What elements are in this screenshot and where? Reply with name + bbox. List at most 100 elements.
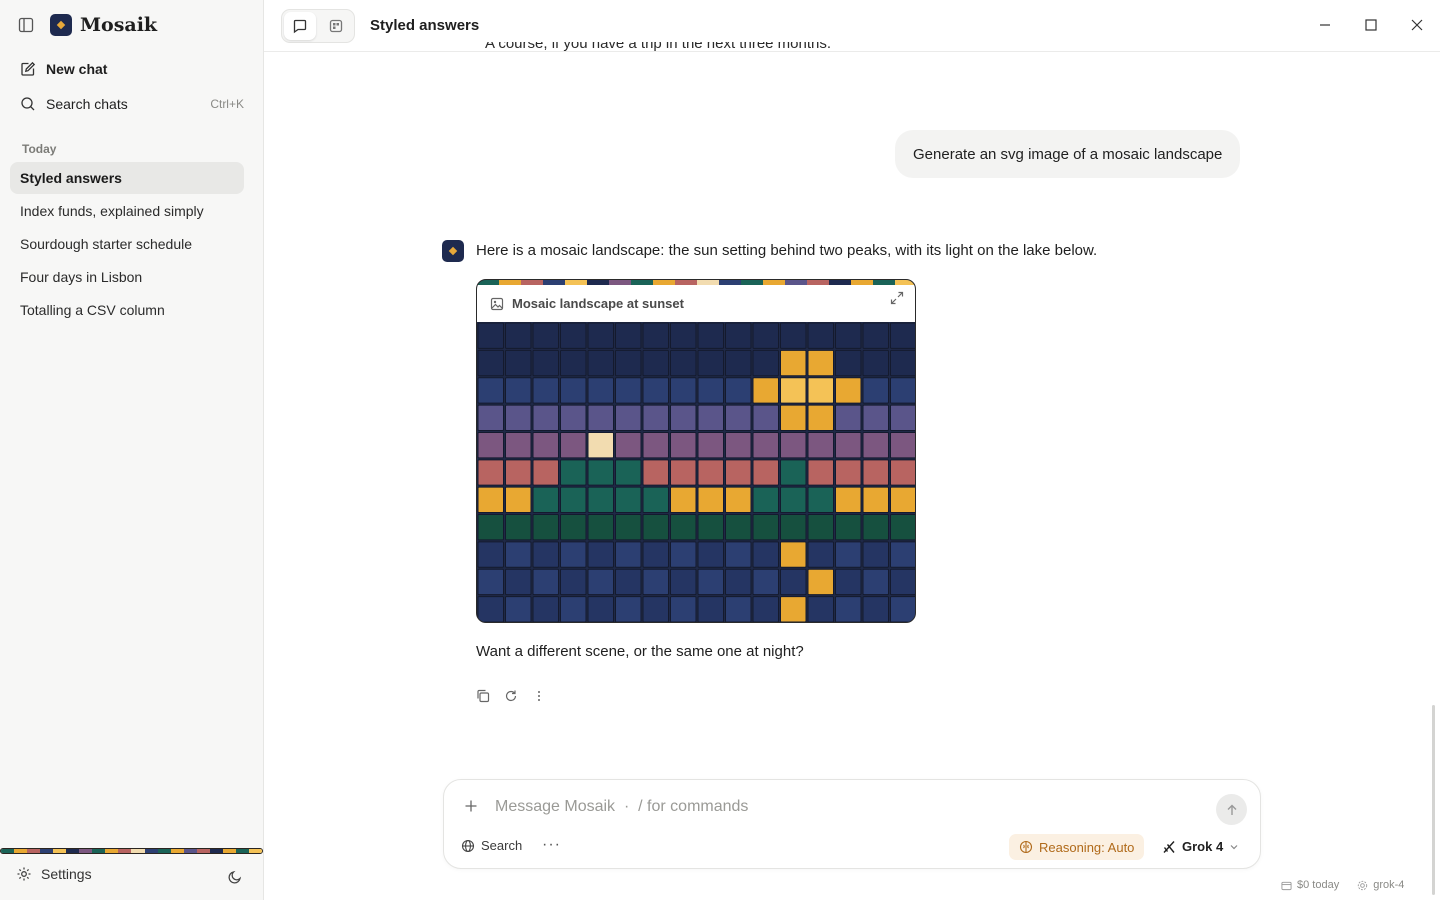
- mosaic-strip-tile: [183, 849, 197, 853]
- mosaic-strip-tile: [27, 849, 41, 853]
- model-label: Grok 4: [1182, 839, 1224, 854]
- mosaic-tile: [890, 349, 915, 377]
- mosaic-strip-tile: [196, 849, 210, 853]
- sidebar-chat-item[interactable]: Sourdough starter schedule: [10, 228, 244, 260]
- mosaic-tile: [670, 459, 697, 486]
- sidebar-chat-item[interactable]: Totalling a CSV column: [10, 294, 244, 326]
- mosaic-tile: [835, 568, 862, 596]
- assistant-message-followup: Want a different scene, or the same one …: [476, 643, 804, 660]
- mosaic-tile: [835, 596, 862, 622]
- mosaic-tile: [807, 322, 834, 349]
- gallery-view-button[interactable]: [320, 12, 352, 40]
- sidebar-chat-item[interactable]: Index funds, explained simply: [10, 195, 244, 227]
- scrollbar-thumb[interactable]: [1432, 705, 1435, 895]
- mosaic-tile: [642, 431, 669, 459]
- regenerate-icon[interactable]: [504, 689, 518, 703]
- mosaic-tile: [505, 596, 532, 622]
- mosaic-tile: [532, 514, 559, 541]
- mosaic-tile: [890, 514, 915, 541]
- mosaic-tile: [560, 322, 587, 349]
- artifact-card[interactable]: Mosaic landscape at sunset: [476, 279, 916, 623]
- mosaic-tile: [477, 459, 504, 486]
- mosaic-tile: [642, 486, 669, 514]
- mosaic-tile: [670, 568, 697, 596]
- mosaic-tile: [477, 377, 504, 404]
- mosaic-strip-tile: [157, 849, 171, 853]
- reasoning-label: Reasoning: Auto: [1039, 839, 1135, 855]
- mosaic-strip-tile: [40, 849, 54, 853]
- mosaic-tile: [752, 486, 779, 514]
- mosaic-tile: [615, 596, 642, 622]
- mosaic-tile: [752, 459, 779, 486]
- search-toggle-button[interactable]: Search: [461, 838, 522, 853]
- mosaic-tile: [560, 459, 587, 486]
- mosaic-tile: [560, 377, 587, 404]
- new-chat-button[interactable]: New chat: [10, 54, 254, 84]
- assistant-message-intro: Here is a mosaic landscape: the sun sett…: [476, 242, 1098, 259]
- mosaic-strip-tile: [53, 849, 67, 853]
- mosaic-tile: [725, 459, 752, 486]
- mosaic-tile: [725, 486, 752, 514]
- mosaic-tile: [807, 596, 834, 622]
- mosaic-tile: [752, 322, 779, 349]
- chat-view-button[interactable]: [284, 12, 316, 40]
- mosaic-tile: [615, 568, 642, 596]
- plus-icon[interactable]: [464, 799, 478, 818]
- reasoning-selector[interactable]: Reasoning: Auto: [1009, 834, 1145, 860]
- close-icon[interactable]: [1408, 16, 1426, 34]
- cost-stat: $0 today: [1281, 879, 1339, 891]
- mosaic-tile: [532, 541, 559, 568]
- minimize-icon[interactable]: [1316, 16, 1334, 34]
- mosaic-landscape-image: [477, 322, 915, 622]
- mosaic-tile: [477, 568, 504, 596]
- copy-icon[interactable]: [476, 689, 490, 703]
- more-options-icon[interactable]: [532, 689, 546, 703]
- mosaic-strip-tile: [248, 849, 262, 853]
- mosaic-tile: [532, 377, 559, 404]
- moon-icon[interactable]: [227, 869, 243, 890]
- maximize-icon[interactable]: [1362, 16, 1380, 34]
- mosaic-tile: [835, 377, 862, 404]
- mosaic-tile: [807, 541, 834, 568]
- mosaic-tile: [477, 486, 504, 514]
- message-input[interactable]: [495, 798, 1195, 816]
- mosaic-tile: [780, 349, 807, 377]
- mosaic-tile: [505, 541, 532, 568]
- wallet-icon: [1281, 881, 1292, 890]
- sidebar-toggle-icon[interactable]: [18, 17, 36, 35]
- expand-icon[interactable]: [890, 291, 904, 310]
- mosaik-logo-icon: [50, 14, 72, 36]
- mosaic-tile: [807, 459, 834, 486]
- mosaic-tile: [697, 404, 724, 431]
- brand[interactable]: Mosaik: [50, 14, 157, 36]
- settings-button[interactable]: Settings: [16, 866, 92, 882]
- mosaic-strip-tile: [144, 849, 158, 853]
- sidebar-chat-item[interactable]: Four days in Lisbon: [10, 261, 244, 293]
- mosaic-tile: [890, 431, 915, 459]
- mosaic-tile: [862, 486, 889, 514]
- mosaic-tile: [835, 514, 862, 541]
- model-selector[interactable]: Grok 4: [1162, 839, 1239, 854]
- mosaic-tile: [752, 431, 779, 459]
- mosaic-tile: [642, 541, 669, 568]
- mosaic-tile: [587, 568, 614, 596]
- mosaic-tile: [780, 486, 807, 514]
- mosaic-tile: [862, 349, 889, 377]
- mosaic-tile: [587, 431, 614, 459]
- mosaic-strip-tile: [118, 849, 132, 853]
- search-chats-button[interactable]: Search chats Ctrl+K: [10, 89, 254, 119]
- mosaic-tile: [642, 596, 669, 622]
- more-tools-icon[interactable]: ···: [542, 837, 561, 853]
- section-today-label: Today: [22, 142, 57, 156]
- mosaic-tile: [807, 514, 834, 541]
- sidebar-chat-item[interactable]: Styled answers: [10, 162, 244, 194]
- mosaic-tile: [477, 404, 504, 431]
- send-button[interactable]: [1216, 794, 1247, 825]
- mosaic-tile: [670, 596, 697, 622]
- brain-icon: [1019, 840, 1033, 854]
- mosaic-tile: [725, 404, 752, 431]
- mosaic-tile: [807, 568, 834, 596]
- mosaic-tile: [697, 377, 724, 404]
- mosaic-tile: [505, 322, 532, 349]
- assistant-avatar: [442, 240, 464, 262]
